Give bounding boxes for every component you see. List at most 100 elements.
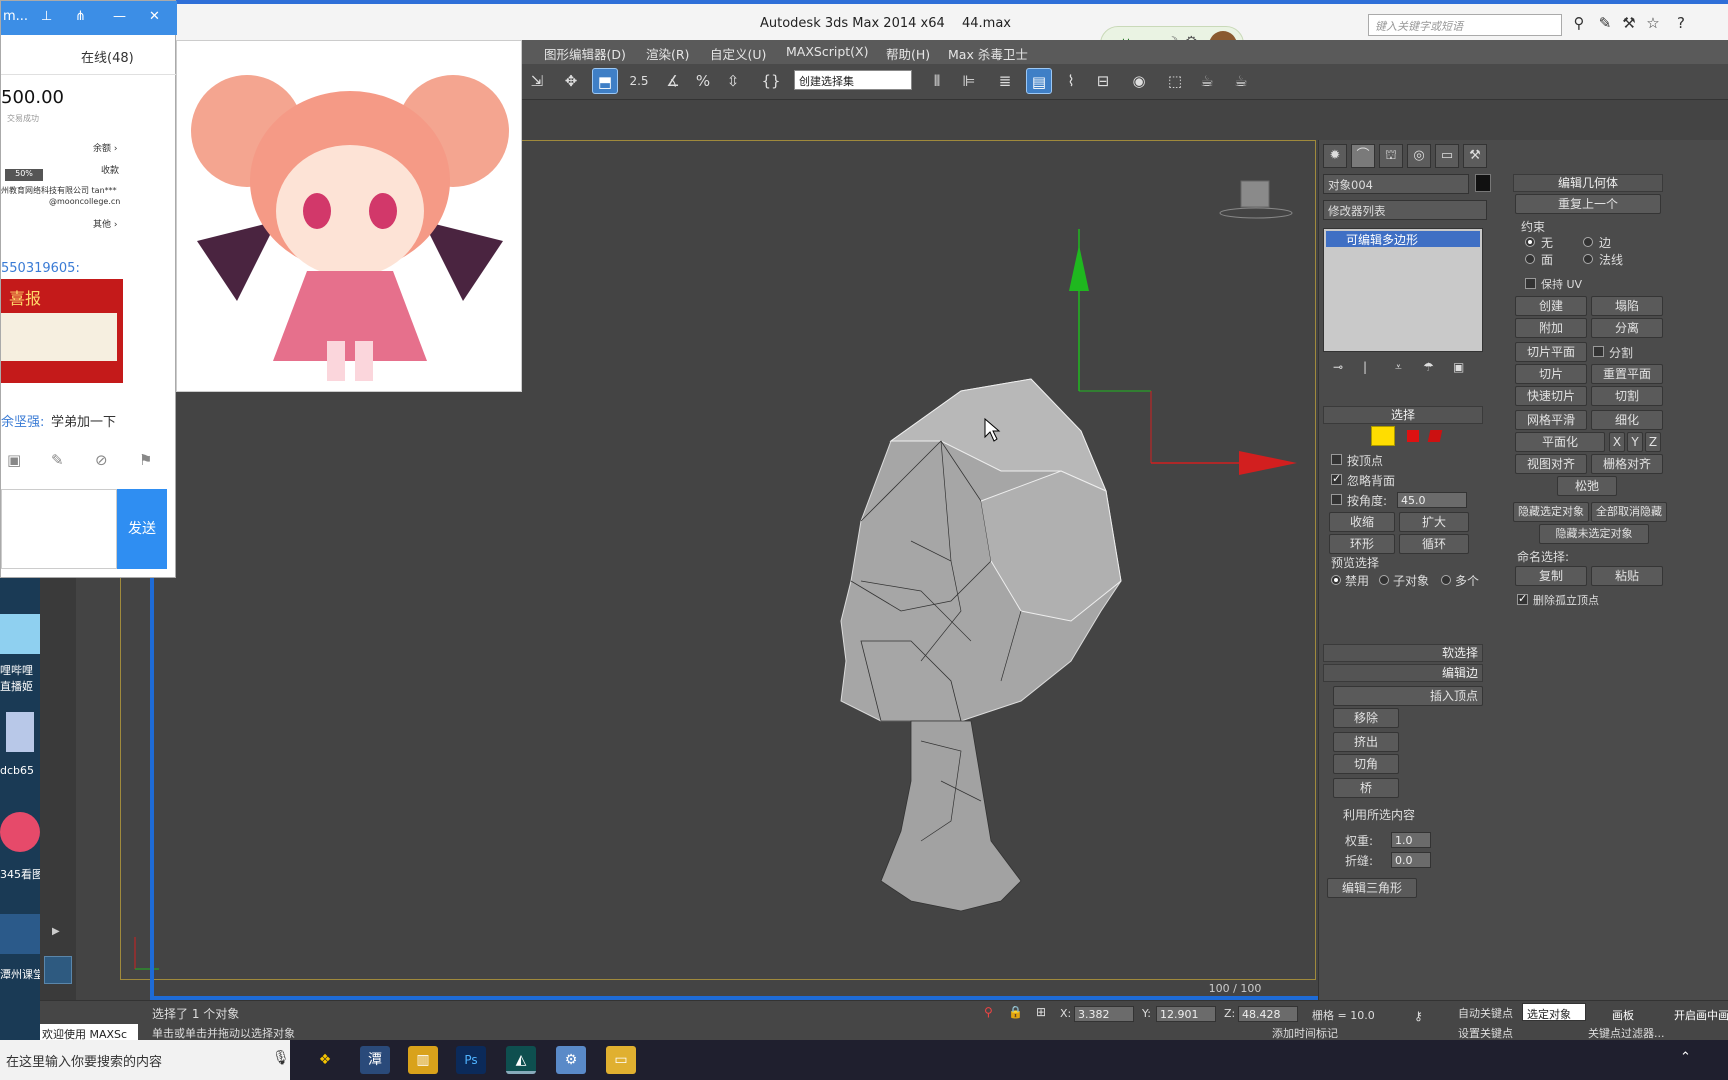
object-color-swatch[interactable] bbox=[1475, 174, 1491, 192]
add-time-tag[interactable]: 添加时间标记 bbox=[1272, 1025, 1338, 1041]
close-icon[interactable]: ✕ bbox=[149, 9, 160, 24]
by-angle-spinner[interactable]: 45.0 bbox=[1397, 492, 1467, 508]
scene-explorer-icon[interactable]: ▤ bbox=[1026, 68, 1052, 94]
meshsmooth-button[interactable]: 网格平滑 bbox=[1515, 410, 1587, 430]
loop-button[interactable]: 循环 bbox=[1399, 534, 1469, 554]
link-icon[interactable]: ⇲ bbox=[524, 68, 550, 94]
snap-toggle[interactable]: 2.5 bbox=[626, 68, 652, 94]
isolate-icon[interactable]: ⚲ bbox=[984, 1005, 993, 1019]
edit-icon[interactable]: ✎ bbox=[51, 451, 64, 469]
by-vertex-checkbox[interactable] bbox=[1331, 454, 1342, 465]
file-thumbnail-icon[interactable] bbox=[6, 712, 34, 752]
constraint-face-radio[interactable] bbox=[1525, 254, 1535, 264]
view-align-button[interactable]: 视图对齐 bbox=[1515, 454, 1587, 474]
menu-maxscript[interactable]: MAXScript(X) bbox=[786, 44, 868, 59]
picture-in-picture-button[interactable]: 开启画中画 bbox=[1674, 1007, 1728, 1023]
show-end-result-icon[interactable]: | bbox=[1363, 360, 1367, 374]
motion-tab-icon[interactable]: ◎ bbox=[1407, 144, 1431, 168]
bridge-button[interactable]: 桥 bbox=[1333, 778, 1399, 798]
block-icon[interactable]: ⊘ bbox=[95, 451, 108, 469]
quickslice-button[interactable]: 快速切片 bbox=[1515, 386, 1587, 406]
help-icon[interactable]: ? bbox=[1672, 14, 1690, 34]
classroom-icon[interactable] bbox=[0, 914, 40, 954]
chat-input[interactable] bbox=[1, 489, 117, 569]
configure-modifiers-icon[interactable]: ▣ bbox=[1453, 360, 1464, 374]
desktop-item-4[interactable]: 潭州课堂 bbox=[0, 966, 44, 982]
help-search-input[interactable]: 键入关键字或短语 bbox=[1368, 14, 1562, 36]
pin-stack-icon[interactable]: ⊸ bbox=[1333, 360, 1343, 374]
planar-x-button[interactable]: X bbox=[1609, 432, 1625, 452]
menu-customize[interactable]: 自定义(U) bbox=[710, 44, 766, 63]
desktop-item-2[interactable]: dcb65 bbox=[0, 764, 34, 777]
folder-app-icon[interactable]: ▭ bbox=[606, 1046, 636, 1074]
auto-key-label[interactable]: 自动关键点 bbox=[1458, 1005, 1513, 1021]
chat-number[interactable]: 550319605: bbox=[1, 261, 80, 276]
crease-spinner[interactable]: 0.0 bbox=[1391, 852, 1431, 868]
communication-icon[interactable]: ✎ bbox=[1596, 14, 1614, 34]
soft-selection-rollout[interactable]: 软选择 bbox=[1323, 644, 1483, 662]
message-sender[interactable]: 余坚强: bbox=[1, 411, 44, 430]
key-filter-label[interactable]: 关键点过滤器... bbox=[1588, 1025, 1665, 1041]
z-coordinate[interactable]: 48.428 bbox=[1238, 1006, 1298, 1022]
angle-snap-icon[interactable]: ∡ bbox=[660, 68, 686, 94]
preview-multi-radio[interactable] bbox=[1441, 575, 1451, 585]
attach-button[interactable]: 附加 bbox=[1515, 318, 1587, 338]
selected-object-dropdown[interactable]: 选定对象 bbox=[1522, 1003, 1586, 1021]
ring-button[interactable]: 环形 bbox=[1329, 534, 1395, 554]
constraint-none-radio[interactable] bbox=[1525, 237, 1535, 247]
create-tab-icon[interactable]: ✹ bbox=[1323, 144, 1347, 168]
object-name-field[interactable]: 对象004 bbox=[1323, 174, 1469, 194]
gift-icon[interactable]: ⚑ bbox=[139, 451, 152, 469]
detach-button[interactable]: 分离 bbox=[1591, 318, 1663, 338]
by-angle-checkbox[interactable] bbox=[1331, 494, 1342, 505]
material-editor-icon[interactable]: ◉ bbox=[1126, 68, 1152, 94]
desktop-item-3[interactable]: 345看图 bbox=[0, 866, 43, 882]
remove-button[interactable]: 移除 bbox=[1333, 708, 1399, 728]
tessellate-button[interactable]: 细化 bbox=[1591, 410, 1663, 430]
extrude-button[interactable]: 挤出 bbox=[1333, 732, 1399, 752]
image-viewer-icon[interactable] bbox=[0, 812, 40, 852]
move-gizmo[interactable] bbox=[1069, 229, 1297, 475]
edge-subobject-icon[interactable] bbox=[1371, 426, 1395, 446]
select-move-icon[interactable]: ✥ bbox=[558, 68, 584, 94]
collapse-button[interactable]: 塌陷 bbox=[1591, 296, 1663, 316]
planar-y-button[interactable]: Y bbox=[1627, 432, 1643, 452]
time-slider[interactable]: 100 / 100 bbox=[1160, 980, 1310, 998]
grid-align-button[interactable]: 栅格对齐 bbox=[1591, 454, 1663, 474]
modifier-list-dropdown[interactable]: 修改器列表 bbox=[1323, 200, 1487, 220]
edit-edges-rollout[interactable]: 编辑边 bbox=[1323, 664, 1483, 682]
constraint-normal-radio[interactable] bbox=[1583, 254, 1593, 264]
relax-button[interactable]: 松弛 bbox=[1557, 476, 1617, 496]
selection-rollout-header[interactable]: 选择 bbox=[1323, 406, 1483, 424]
set-key-label[interactable]: 设置关键点 bbox=[1458, 1025, 1513, 1041]
weight-spinner[interactable]: 1.0 bbox=[1391, 832, 1431, 848]
lock-icon[interactable]: 🔒 bbox=[1008, 1005, 1023, 1019]
3dsmax-app-icon[interactable]: ◭ bbox=[506, 1046, 536, 1074]
chamfer-button[interactable]: 切角 bbox=[1333, 754, 1399, 774]
desktop-item-1[interactable]: 哩哔哩直播姬 bbox=[0, 662, 40, 694]
hierarchy-tab-icon[interactable]: ⛫ bbox=[1379, 144, 1403, 168]
stack-item-editable-poly[interactable]: 可编辑多边形 bbox=[1326, 231, 1480, 247]
tab-online[interactable]: 在线(48) bbox=[81, 47, 134, 66]
named-selection-dropdown[interactable]: 创建选择集 bbox=[794, 70, 912, 90]
maxscript-listener-icon[interactable] bbox=[44, 956, 72, 984]
unhide-all-button[interactable]: 全部取消隐藏 bbox=[1591, 502, 1667, 522]
preserve-uv-checkbox[interactable] bbox=[1525, 278, 1536, 289]
menu-rendering[interactable]: 渲染(R) bbox=[646, 44, 689, 63]
menu-help[interactable]: 帮助(H) bbox=[886, 44, 930, 63]
menu-graph-editors[interactable]: 图形编辑器(D) bbox=[544, 44, 626, 63]
planar-z-button[interactable]: Z bbox=[1645, 432, 1661, 452]
head-mesh[interactable] bbox=[840, 378, 1122, 912]
render-production-icon[interactable]: ☕ bbox=[1228, 68, 1254, 94]
constraint-edge-radio[interactable] bbox=[1583, 237, 1593, 247]
curve-editor-icon[interactable]: ⌇ bbox=[1058, 68, 1084, 94]
announcement-image[interactable]: 喜报 bbox=[1, 279, 123, 383]
file-explorer-app-icon[interactable]: ▥ bbox=[408, 1046, 438, 1074]
key-icon[interactable]: ⚷ bbox=[1414, 1009, 1423, 1023]
modify-tab-icon[interactable]: ⌒ bbox=[1351, 144, 1375, 168]
taskbar-search[interactable]: 在这里输入你要搜索的内容 bbox=[0, 1040, 290, 1080]
spinner-snap-icon[interactable]: ⇳ bbox=[720, 68, 746, 94]
hide-selected-button[interactable]: 隐藏选定对象 bbox=[1513, 502, 1589, 522]
slice-button[interactable]: 切片 bbox=[1515, 364, 1587, 384]
element-subobject-icon[interactable] bbox=[1427, 430, 1443, 442]
